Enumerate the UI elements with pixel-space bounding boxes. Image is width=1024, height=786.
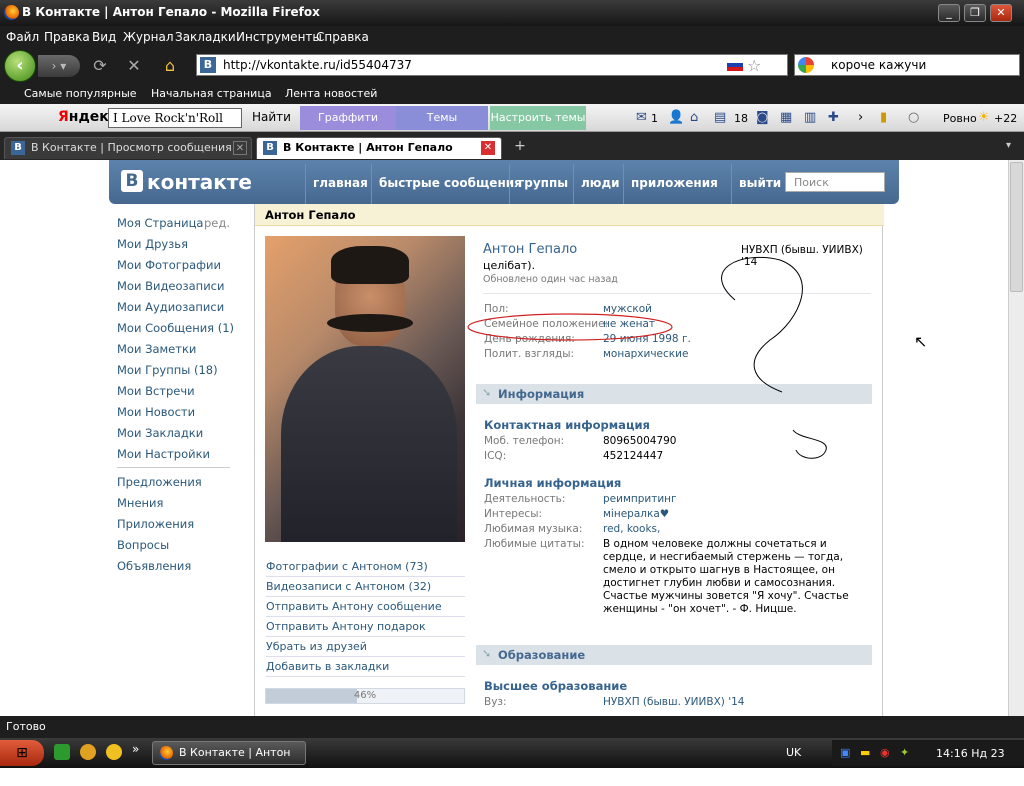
- more-quicklaunch-icon[interactable]: »: [132, 742, 139, 756]
- menu-bookmarks[interactable]: Закладки: [175, 30, 236, 44]
- bookmarks-bar: Самые популярные Начальная страница Лент…: [0, 82, 1024, 104]
- ru-flag-icon: [727, 59, 743, 71]
- mail-count: 1: [651, 112, 658, 125]
- film-icon[interactable]: ▦: [780, 110, 792, 125]
- tab-list-button[interactable]: ▾: [1006, 140, 1011, 151]
- search-box[interactable]: короче кажучи: [794, 54, 1020, 76]
- chat-bubble-icon[interactable]: ○: [908, 110, 919, 125]
- plus-icon[interactable]: ✚: [828, 110, 839, 125]
- tab-messages[interactable]: B В Контакте | Просмотр сообщения ✕: [4, 137, 252, 159]
- maximize-button[interactable]: ❐: [964, 4, 986, 22]
- site-favicon: B: [200, 57, 216, 73]
- bookmark-news-feed[interactable]: Лента новостей: [285, 87, 377, 100]
- tray-app-icon[interactable]: ✦: [900, 746, 909, 759]
- camera-icon[interactable]: ◙: [756, 110, 769, 125]
- chevron-right-icon[interactable]: ›: [858, 110, 863, 125]
- menu-file[interactable]: Файл: [6, 30, 39, 44]
- page-content: Вконтакте главная быстрые сообщения груп…: [0, 160, 1008, 716]
- address-bar[interactable]: B http://vkontakte.ru/id55404737 ☆: [196, 54, 788, 76]
- app-icon[interactable]: [106, 744, 122, 760]
- yandex-search-input[interactable]: I Love Rock'n'Roll: [108, 108, 242, 128]
- customize-themes-tab[interactable]: Настроить темы: [490, 106, 586, 130]
- red-circle-annotation: [467, 313, 673, 341]
- documents-icon[interactable]: ▤: [714, 110, 726, 125]
- home-icon[interactable]: ⌂: [160, 56, 180, 76]
- tab-favicon: B: [11, 141, 25, 155]
- reload-icon[interactable]: ⟳: [90, 56, 110, 76]
- firefox-icon: [4, 5, 19, 20]
- start-button[interactable]: ⊞: [0, 740, 44, 766]
- opera-icon[interactable]: ◉: [880, 746, 890, 759]
- quicklaunch-icon[interactable]: [54, 744, 70, 760]
- new-tab-button[interactable]: +: [508, 138, 532, 158]
- media-player-icon[interactable]: [80, 744, 96, 760]
- signal-bars-icon[interactable]: ▮: [880, 110, 887, 125]
- close-tab-icon[interactable]: ✕: [481, 141, 495, 155]
- menu-bar: Файл Правка Вид Журнал Закладки Инструме…: [0, 26, 1024, 48]
- search-input[interactable]: короче кажучи: [831, 58, 926, 72]
- mail-icon[interactable]: ✉: [636, 110, 647, 125]
- scrollbar-thumb[interactable]: [1010, 162, 1023, 292]
- tab-title: В Контакте | Антон Гепало: [283, 141, 453, 154]
- menu-help[interactable]: Справка: [316, 30, 369, 44]
- drawing-overlay: [467, 256, 827, 459]
- language-indicator[interactable]: UK: [786, 746, 801, 759]
- menu-tools[interactable]: Инструменты: [236, 30, 322, 44]
- page-scrollbar[interactable]: [1008, 160, 1024, 716]
- sun-icon: ☀: [978, 110, 990, 125]
- clock: 14:16 Нд 23: [936, 747, 1005, 760]
- menu-edit[interactable]: Правка: [44, 30, 90, 44]
- back-button[interactable]: ‹: [4, 50, 36, 82]
- tab-profile[interactable]: B В Контакте | Антон Гепало ✕: [256, 137, 502, 159]
- status-text: Готово: [6, 720, 46, 733]
- mouse-cursor-icon: ↖: [914, 332, 928, 351]
- bookmark-popular[interactable]: Самые популярные: [24, 87, 137, 100]
- weather-temp: +22: [994, 112, 1018, 125]
- graffiti-tab[interactable]: Граффити: [300, 106, 396, 130]
- menu-history[interactable]: Журнал: [123, 30, 174, 44]
- bookmark-star-icon[interactable]: ☆: [747, 56, 761, 75]
- tab-favicon: B: [263, 141, 277, 155]
- close-window-button[interactable]: ✕: [990, 4, 1012, 22]
- home-toolbar-icon[interactable]: ⌂: [690, 110, 698, 125]
- stop-icon[interactable]: ✕: [124, 56, 144, 76]
- close-tab-icon[interactable]: ✕: [233, 141, 247, 155]
- documents-count: 18: [734, 112, 748, 125]
- taskbar-firefox-item[interactable]: В Контакте | Антон Г...: [152, 741, 306, 781]
- weather-city[interactable]: Ровно: [943, 112, 977, 125]
- forward-button[interactable]: › ▾: [38, 55, 80, 77]
- google-icon[interactable]: [798, 57, 814, 73]
- firefox-icon: [159, 746, 173, 760]
- question-mark-drawing: [721, 256, 803, 393]
- dot-drawing: [792, 429, 827, 459]
- menu-view[interactable]: Вид: [92, 30, 116, 44]
- note-icon[interactable]: ▥: [804, 110, 816, 125]
- window-title: В Контакте | Антон Гепало - Mozilla Fire…: [22, 5, 320, 19]
- window-titlebar: В Контакте | Антон Гепало - Mozilla Fire…: [0, 0, 1024, 26]
- minimize-button[interactable]: _: [938, 4, 960, 22]
- bookmark-start-page[interactable]: Начальная страница: [151, 87, 272, 100]
- system-tray: UK ▣ ▬ ◉ ✦ 14:16 Нд 23: [786, 740, 1024, 766]
- url-text[interactable]: http://vkontakte.ru/id55404737: [223, 58, 412, 72]
- status-bar: Готово: [0, 716, 1024, 738]
- user-icon[interactable]: 👤: [668, 110, 684, 125]
- ua-flag-icon[interactable]: ▬: [860, 746, 870, 759]
- network-icon[interactable]: ▣: [840, 746, 850, 759]
- tab-title: В Контакте | Просмотр сообщения: [31, 141, 232, 154]
- yandex-find-button[interactable]: Найти: [252, 110, 291, 124]
- vk-themes-tab[interactable]: Темы ВКонтакте: [396, 106, 488, 148]
